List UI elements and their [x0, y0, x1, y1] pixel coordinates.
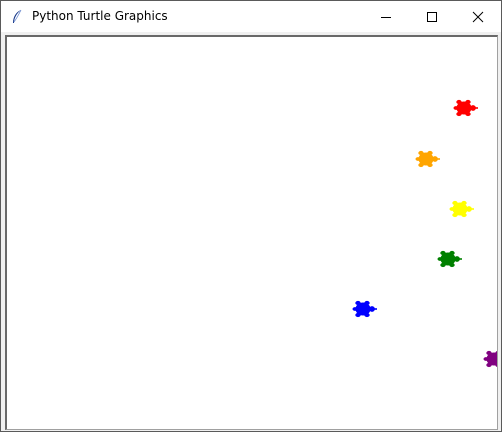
turtle-yellow	[449, 200, 474, 218]
close-button[interactable]	[455, 1, 501, 32]
minimize-icon	[381, 16, 391, 18]
turtle-canvas-frame	[5, 35, 498, 430]
turtle-red	[453, 99, 478, 117]
maximize-button[interactable]	[409, 1, 455, 32]
turtle-green	[437, 250, 462, 268]
close-icon	[472, 11, 484, 22]
turtle-purple	[483, 350, 497, 368]
turtle-orange	[415, 150, 440, 168]
turtle-window: Python Turtle Graphics	[0, 0, 502, 432]
feather-icon	[13, 9, 22, 23]
minimize-button[interactable]	[363, 1, 409, 32]
window-title: Python Turtle Graphics	[32, 9, 168, 23]
turtle-canvas[interactable]	[7, 37, 497, 429]
title-bar[interactable]: Python Turtle Graphics	[1, 1, 501, 32]
maximize-icon	[427, 11, 437, 22]
turtle-blue	[352, 300, 377, 318]
